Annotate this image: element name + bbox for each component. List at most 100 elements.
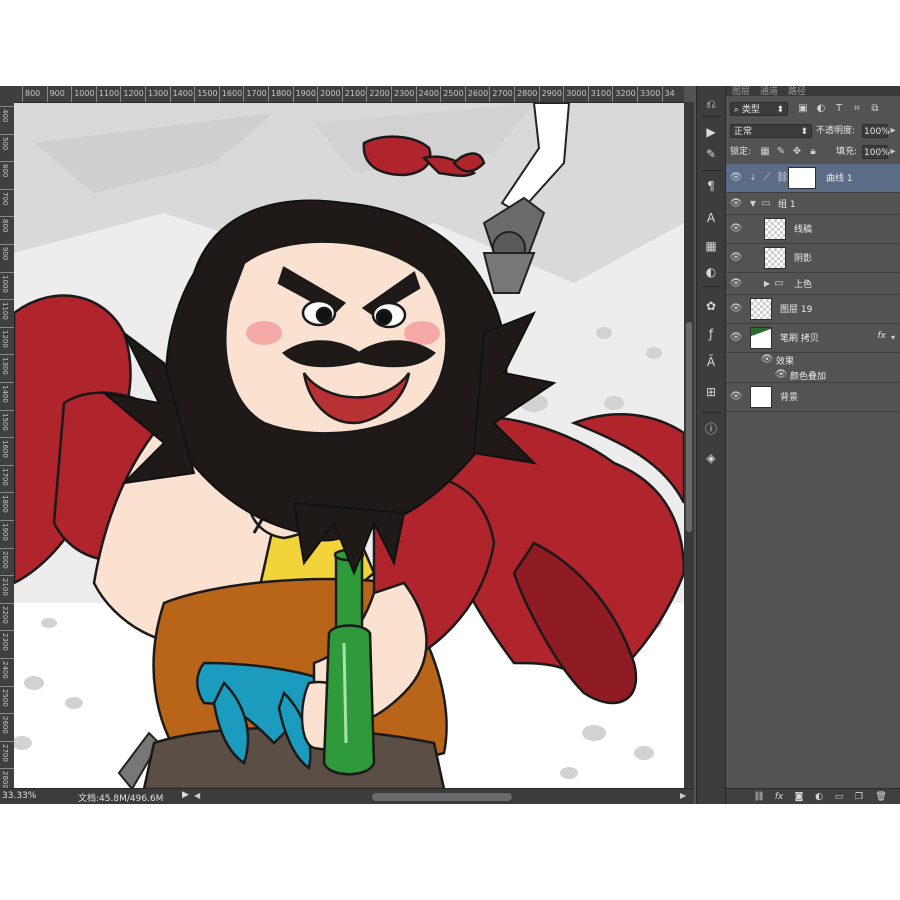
layer-brush-copy[interactable]: 👁︎ 笔刷 拷贝 fx ▾	[726, 324, 900, 353]
ruler-tick: 1400	[169, 86, 193, 102]
filter-adjustment-icon[interactable]: ◐	[814, 102, 828, 116]
layer-shadow[interactable]: 👁︎ 阴影	[726, 244, 900, 273]
layer-name[interactable]: 组 1	[778, 197, 796, 210]
history-icon[interactable]: ⎌	[701, 94, 721, 114]
layer-lineart[interactable]: 👁︎ 线稿	[726, 215, 900, 244]
dock-separator	[701, 170, 721, 171]
layer-group-coloring[interactable]: 👁︎ ▶ ▭ 上色	[726, 273, 900, 295]
eye-icon[interactable]: 👁︎	[728, 390, 744, 404]
photoshop-window: 800 900 1000 1100 1200 1300 1400 1500 1600 1700 18…	[0, 86, 900, 804]
effect-name[interactable]: 颜色叠加	[790, 369, 826, 382]
lock-pixels-icon[interactable]: ✎	[774, 145, 788, 159]
eye-icon[interactable]: 👁︎	[728, 251, 744, 265]
effects-label: 效果	[776, 357, 795, 367]
swatches-icon[interactable]: ▦	[701, 236, 721, 256]
scroll-left-icon[interactable]: ◀	[194, 791, 200, 800]
chevron-down-icon[interactable]: ▾	[888, 331, 898, 345]
vertical-scrollbar[interactable]	[684, 102, 694, 788]
3d-icon[interactable]: ◈	[701, 448, 721, 468]
tab-channels[interactable]: 通道	[760, 86, 778, 96]
info-icon[interactable]: ⓘ	[701, 418, 721, 438]
lock-position-icon[interactable]: ✥	[790, 145, 804, 159]
layer-group-1[interactable]: 👁︎ ▼ ▭ 组 1	[726, 193, 900, 215]
eye-icon[interactable]: 👁︎	[774, 368, 788, 382]
new-adjustment-icon[interactable]: ◐	[812, 790, 826, 804]
new-group-icon[interactable]: ▭	[832, 790, 846, 804]
scroll-right-icon[interactable]: ▶	[680, 791, 686, 800]
filter-smart-object-icon[interactable]: ⧉	[868, 102, 882, 116]
eye-icon[interactable]: 👁︎	[760, 353, 774, 367]
layer-color-overlay-effect[interactable]: 👁︎ 颜色叠加	[726, 367, 900, 383]
layer-name[interactable]: 图层 19	[780, 302, 812, 315]
ruler-corner	[0, 86, 15, 102]
filter-pixel-icon[interactable]: ▣	[796, 102, 810, 116]
filter-shape-icon[interactable]: ⌗	[850, 102, 864, 116]
lock-transparent-icon[interactable]: ▦	[758, 145, 772, 159]
panel-dock-column: ⎌ ▶ ✎ ¶ A ▦ ◐ ✿ ƒ Ā ⊞ ⓘ ◈	[696, 86, 726, 804]
zoom-level[interactable]: 33.33%	[2, 791, 36, 801]
opacity-arrow-icon[interactable]: ▸	[888, 124, 898, 138]
paragraph-icon[interactable]: ¶	[701, 176, 721, 196]
blend-mode-select[interactable]: 正常 ⬍	[730, 124, 812, 138]
fill-input[interactable]: 100%	[862, 145, 890, 159]
link-layers-icon[interactable]: ⛓	[752, 790, 766, 804]
add-mask-icon[interactable]: ◙	[792, 790, 806, 804]
text-icon[interactable]: Ā	[701, 352, 721, 372]
ruler-tick: 34	[661, 86, 675, 102]
ruler-tick: 2200	[366, 86, 390, 102]
ruler-tick: 1900	[292, 86, 316, 102]
layer-name[interactable]: 上色	[794, 277, 812, 290]
new-layer-icon[interactable]: ❐	[852, 790, 866, 804]
ruler-tick-label: 1900	[295, 89, 316, 98]
ruler-tick: 1900	[0, 520, 14, 548]
ruler-tick-label: 2400	[1, 661, 9, 679]
layer-name[interactable]: 线稿	[794, 222, 812, 235]
layer-19[interactable]: 👁︎ 图层 19	[726, 295, 900, 324]
align-icon[interactable]: ⊞	[701, 382, 721, 402]
layer-name[interactable]: 阴影	[794, 251, 812, 264]
horizontal-scroll-thumb[interactable]	[372, 793, 512, 801]
layer-effects-row[interactable]: 👁︎ 效果	[726, 353, 900, 367]
ruler-tick: 2500	[0, 685, 14, 714]
trash-icon[interactable]: 🗑︎	[874, 790, 888, 804]
vertical-scroll-thumb[interactable]	[686, 322, 692, 532]
layer-background[interactable]: 👁︎ 背景	[726, 383, 900, 412]
layer-name[interactable]: 笔刷 拷贝	[780, 331, 819, 344]
mask-link-icon[interactable]: ⛓	[776, 171, 789, 185]
tab-paths[interactable]: 路径	[788, 86, 806, 96]
ruler-tick: 3200	[612, 86, 636, 102]
ruler-tick-label: 1000	[74, 89, 95, 98]
eye-icon[interactable]: 👁︎	[728, 197, 744, 211]
layer-name[interactable]: 曲线 1	[826, 171, 853, 184]
chevron-down-icon[interactable]: ▼	[748, 197, 758, 211]
lock-all-icon[interactable]: 🔒︎	[806, 145, 820, 159]
character-icon[interactable]: A	[701, 208, 721, 228]
ruler-tick: 500	[0, 133, 14, 162]
fx-icon[interactable]: ƒ	[701, 324, 721, 344]
eye-icon[interactable]: 👁︎	[728, 277, 744, 291]
ruler-tick-label: 1400	[172, 89, 193, 98]
filter-kind-select[interactable]: ⌕ 类型 ⬍	[730, 102, 788, 116]
chevron-right-icon[interactable]: ▶	[762, 277, 772, 291]
layer-effects-indicator[interactable]: fx	[878, 331, 887, 341]
document-canvas[interactable]	[14, 103, 684, 789]
adjustments-icon[interactable]: ◐	[701, 262, 721, 282]
layer-name[interactable]: 背景	[780, 390, 798, 403]
eye-icon[interactable]: 👁︎	[728, 302, 744, 316]
brush-settings-icon[interactable]: ✎	[701, 144, 721, 164]
ruler-tick-label: 1200	[123, 89, 144, 98]
eye-icon[interactable]: 👁︎	[728, 331, 744, 345]
status-menu-arrow-icon[interactable]: ▶	[182, 790, 189, 800]
filter-type-icon[interactable]: T	[832, 102, 846, 116]
add-style-icon[interactable]: fx	[772, 790, 786, 804]
layer-curves-1[interactable]: 👁︎ ↓ ⟋ ⛓ 曲线 1	[726, 164, 900, 193]
tab-layers[interactable]: 图层	[732, 86, 750, 96]
opacity-value: 100%	[864, 127, 890, 137]
eye-icon[interactable]: 👁︎	[728, 222, 744, 236]
eye-icon[interactable]: 👁︎	[728, 171, 744, 185]
styles-icon[interactable]: ✿	[701, 296, 721, 316]
opacity-input[interactable]: 100%	[862, 124, 890, 138]
fill-arrow-icon[interactable]: ▸	[888, 145, 898, 159]
actions-icon[interactable]: ▶	[701, 122, 721, 142]
layer-mask-thumbnail[interactable]	[788, 167, 816, 189]
